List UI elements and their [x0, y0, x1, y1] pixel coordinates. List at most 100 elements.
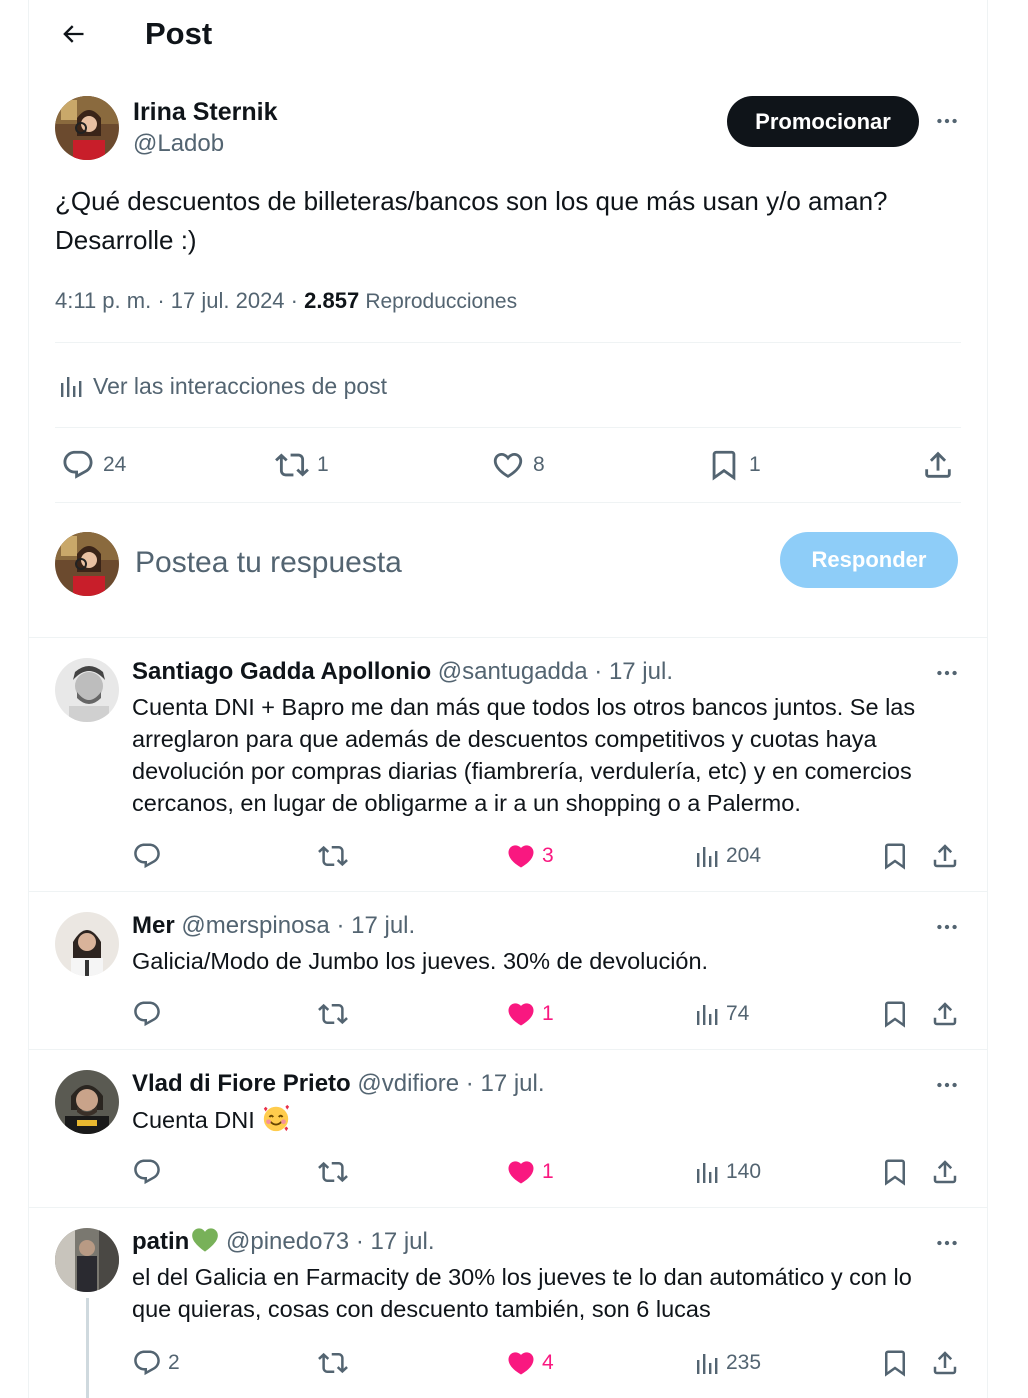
reply-avatar[interactable] [55, 912, 119, 976]
reply-text-line: que quieras, cosas con descuento también… [132, 1296, 711, 1322]
reply-text-line: Cuenta DNI [132, 1107, 255, 1133]
reply-item[interactable]: patin @pinedo73 · 17 jul. el del Galicia… [29, 1207, 987, 1398]
like-action[interactable]: 3 [506, 836, 554, 876]
views-label: Reproducciones [365, 290, 518, 313]
reply-icon [134, 843, 160, 869]
reply-action[interactable]: 2 [132, 1343, 180, 1383]
reply-author-name[interactable]: Mer [132, 912, 175, 939]
repost-icon [318, 1352, 348, 1374]
thread-line [86, 1298, 89, 1398]
reply-more-button[interactable] [927, 1070, 967, 1100]
reply-more-button[interactable] [927, 912, 967, 942]
share-action[interactable] [930, 1343, 966, 1383]
views-action[interactable]: 235 [694, 1343, 761, 1383]
repost-action[interactable] [318, 1152, 354, 1192]
reply-text-line: Cuenta DNI + Bapro me dan más que todos … [132, 694, 916, 720]
post-meta: 4:11 p. m. · 17 jul. 2024 · 2.857 Reprod… [55, 288, 518, 313]
reply-item[interactable]: Mer @merspinosa · 17 jul. Galicia/Modo d… [29, 891, 987, 1049]
more-icon [937, 1082, 957, 1088]
divider [55, 502, 961, 503]
reply-date[interactable]: 17 jul. [370, 1228, 434, 1255]
reply-avatar[interactable] [55, 1228, 119, 1292]
bookmark-action[interactable]: 1 [707, 440, 761, 490]
reply-action[interactable] [132, 994, 168, 1034]
reply-icon [134, 1001, 160, 1027]
views-count: 2.857 [304, 288, 360, 313]
share-action[interactable] [930, 1152, 966, 1192]
like-action[interactable]: 4 [506, 1343, 554, 1383]
author-handle[interactable]: @Ladob [133, 128, 224, 160]
reply-item[interactable]: Santiago Gadda Apollonio @santugadda · 1… [29, 637, 987, 891]
views-action[interactable]: 140 [694, 1152, 761, 1192]
reply-action-bar: 3 204 [132, 836, 968, 876]
bookmark-action[interactable] [880, 994, 916, 1034]
share-action[interactable] [930, 994, 966, 1034]
reply-icon [134, 1159, 160, 1185]
reply-author-handle[interactable]: @vdifiore [357, 1070, 459, 1097]
views-count: 74 [726, 1002, 750, 1025]
repost-icon [318, 845, 348, 867]
repost-action[interactable] [318, 994, 354, 1034]
reply-more-button[interactable] [927, 1228, 967, 1258]
views-action[interactable]: 204 [694, 836, 761, 876]
reply-action[interactable]: 24 [61, 440, 126, 490]
author-avatar[interactable] [55, 96, 119, 160]
page-title: Post [145, 16, 213, 51]
bookmark-action[interactable] [880, 1152, 916, 1192]
reply-date[interactable]: 17 jul. [609, 658, 673, 685]
reply-avatar[interactable] [55, 1070, 119, 1134]
reply-author-name[interactable]: Santiago Gadda Apollonio [132, 658, 431, 685]
reply-action[interactable] [132, 836, 168, 876]
analytics-icon [697, 847, 718, 867]
share-action[interactable] [921, 440, 963, 490]
back-button[interactable] [53, 14, 93, 54]
share-action[interactable] [930, 836, 966, 876]
reply-count: 24 [103, 453, 127, 476]
repost-icon [318, 1003, 348, 1025]
reply-action[interactable] [132, 1152, 168, 1192]
user-avatar[interactable] [55, 532, 119, 596]
reply-author-handle[interactable]: @pinedo73 [226, 1228, 349, 1255]
more-options-button[interactable] [927, 106, 967, 136]
reply-header: Vlad di Fiore Prieto @vdifiore · 17 jul. [132, 1070, 545, 1097]
promote-button[interactable]: Promocionar [727, 96, 919, 147]
post-text-line: Desarrolle :) [55, 225, 197, 255]
repost-action[interactable] [318, 836, 354, 876]
repost-action[interactable] [318, 1343, 354, 1383]
bookmark-action[interactable] [880, 1343, 916, 1383]
reply-more-button[interactable] [927, 658, 967, 688]
reply-date[interactable]: 17 jul. [480, 1070, 544, 1097]
reply-input[interactable] [135, 540, 735, 586]
reply-text: Cuenta DNI [132, 1103, 968, 1136]
like-action[interactable]: 8 [491, 440, 545, 490]
post-action-bar: 24 1 8 1 [55, 440, 961, 490]
reply-author-name[interactable]: patin [132, 1228, 189, 1255]
post-time[interactable]: 4:11 p. m. [55, 288, 151, 313]
views-action[interactable]: 74 [694, 994, 749, 1034]
reply-button[interactable]: Responder [780, 532, 958, 588]
post-interactions-link[interactable]: Ver las interacciones de post [55, 366, 387, 406]
reply-text: el del Galicia en Farmacity de 30% los j… [132, 1261, 968, 1325]
reply-avatar[interactable] [55, 658, 119, 722]
repost-action[interactable]: 1 [275, 440, 329, 490]
like-action[interactable]: 1 [506, 1152, 554, 1192]
heart-filled-icon [508, 845, 534, 868]
reply-author-handle[interactable]: @santugadda [438, 658, 588, 685]
reply-item[interactable]: Vlad di Fiore Prieto @vdifiore · 17 jul.… [29, 1049, 987, 1207]
reply-date[interactable]: 17 jul. [351, 912, 415, 939]
reply-author-name[interactable]: Vlad di Fiore Prieto [132, 1070, 351, 1097]
like-action[interactable]: 1 [506, 994, 554, 1034]
like-count: 3 [542, 844, 554, 867]
bookmark-action[interactable] [880, 836, 916, 876]
author-name[interactable]: Irina Sternik [133, 96, 278, 128]
reply-icon [63, 450, 93, 479]
reply-text-line: Galicia/Modo de Jumbo los jueves. 30% de… [132, 948, 709, 974]
post-text-line: ¿Qué descuentos de billeteras/bancos son… [55, 186, 888, 216]
bookmark-icon [885, 1350, 905, 1377]
post-text: ¿Qué descuentos de billeteras/bancos son… [55, 182, 965, 260]
analytics-icon [61, 377, 82, 397]
bookmark-icon [712, 450, 736, 481]
post-date[interactable]: 17 jul. 2024 [171, 288, 285, 313]
reply-author-handle[interactable]: @merspinosa [181, 912, 329, 939]
reply-text-line: arreglaron para que además de descuentos… [132, 726, 877, 752]
